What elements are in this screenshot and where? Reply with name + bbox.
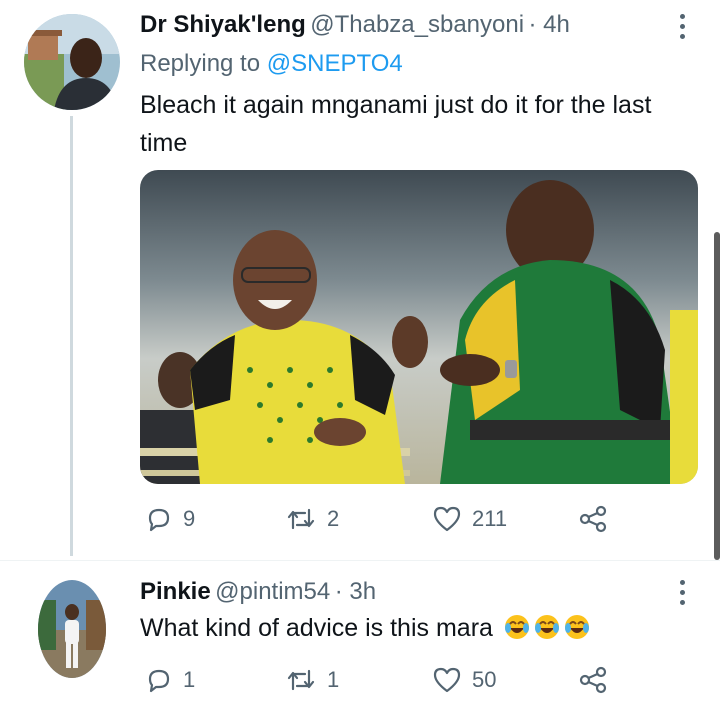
reply-icon: [148, 508, 170, 532]
share-icon: [579, 505, 607, 533]
share-button[interactable]: [578, 505, 608, 533]
reply-button[interactable]: 1: [145, 666, 195, 694]
like-count: 50: [472, 667, 497, 692]
tweet2-header: Pinkie @pintim54 · 3h: [140, 578, 376, 606]
retweet-icon: [287, 508, 315, 530]
tweet-image[interactable]: [140, 170, 698, 484]
share-button[interactable]: [578, 666, 608, 694]
heart-icon: [433, 506, 461, 532]
avatar[interactable]: [38, 580, 106, 678]
reply-count: 1: [183, 667, 196, 692]
display-name[interactable]: Pinkie: [140, 578, 211, 605]
scrollbar[interactable]: [714, 232, 720, 560]
tweet1-header: Dr Shiyak'leng @Thabza_sbanyoni · 4h: [140, 11, 570, 39]
timestamp[interactable]: · 3h: [335, 578, 376, 605]
divider: [0, 560, 720, 561]
more-options-icon[interactable]: [680, 14, 686, 44]
like-count: 211: [472, 506, 508, 531]
avatar[interactable]: [24, 14, 120, 110]
share-icon: [579, 666, 607, 694]
retweet-count: 2: [327, 506, 340, 531]
face-with-tears-of-joy-icon: [504, 615, 529, 639]
thread-line: [70, 116, 73, 556]
retweet-count: 1: [327, 667, 340, 692]
reply-icon: [148, 669, 170, 693]
like-button[interactable]: 50: [432, 666, 496, 694]
display-name[interactable]: Dr Shiyak'leng: [140, 11, 306, 38]
reply-count: 9: [183, 506, 196, 531]
replying-to: Replying to @SNEPTO4: [140, 50, 403, 78]
retweet-button[interactable]: 2: [285, 505, 339, 533]
face-with-tears-of-joy-icon: [534, 615, 559, 639]
tweet-text-row: What kind of advice is this mara: [140, 609, 590, 647]
user-handle[interactable]: @pintim54: [215, 578, 330, 605]
face-with-tears-of-joy-icon: [564, 615, 589, 639]
heart-icon: [433, 667, 461, 693]
more-options-icon[interactable]: [680, 580, 686, 610]
retweet-icon: [287, 669, 315, 691]
retweet-button[interactable]: 1: [285, 666, 339, 694]
timestamp[interactable]: · 4h: [529, 11, 570, 38]
user-handle[interactable]: @Thabza_sbanyoni: [310, 11, 524, 38]
tweet-text: What kind of advice is this mara: [140, 614, 493, 642]
replying-to-label: Replying to: [140, 50, 261, 77]
like-button[interactable]: 211: [432, 505, 507, 533]
replying-to-mention[interactable]: @SNEPTO4: [267, 50, 403, 77]
tweet-text: Bleach it again mnganami just do it for …: [140, 91, 652, 157]
reply-button[interactable]: 9: [145, 505, 195, 533]
